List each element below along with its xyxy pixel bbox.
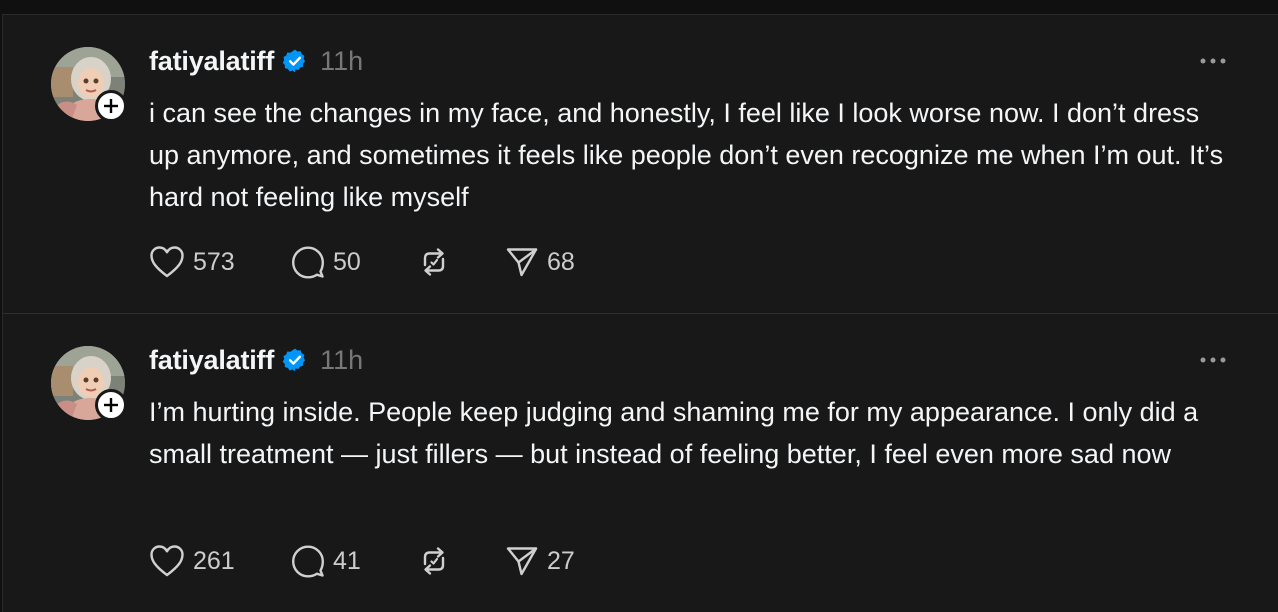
verified-badge-icon	[282, 348, 306, 372]
post-actions: 261 41 27	[149, 544, 575, 578]
more-horizontal-icon[interactable]	[1199, 354, 1227, 366]
thread-feed: fatiyalatiff 11h i can see the changes i…	[2, 14, 1278, 612]
like-button[interactable]: 573	[149, 245, 291, 279]
timestamp[interactable]: 11h	[320, 46, 363, 77]
like-button[interactable]: 261	[149, 544, 291, 578]
share-button[interactable]: 68	[505, 245, 575, 279]
more-horizontal-icon[interactable]	[1199, 55, 1227, 67]
repost-icon	[423, 248, 445, 276]
heart-icon	[150, 545, 184, 577]
comment-icon	[292, 545, 324, 578]
follow-button[interactable]	[95, 389, 127, 421]
username[interactable]: fatiyalatiff	[149, 345, 274, 376]
repost-icon	[423, 547, 445, 575]
like-count: 573	[193, 247, 235, 276]
post-header: fatiyalatiff 11h	[149, 43, 363, 79]
repost-button[interactable]	[417, 245, 505, 279]
post-text: I’m hurting inside. People keep judging …	[149, 397, 1199, 469]
reply-button[interactable]: 50	[291, 245, 417, 279]
heart-icon	[150, 246, 184, 278]
share-button[interactable]: 27	[505, 544, 575, 578]
post-actions: 573 50 68	[149, 245, 575, 279]
reply-count: 50	[333, 247, 361, 276]
reply-count: 41	[333, 546, 361, 575]
like-count: 261	[193, 546, 235, 575]
username[interactable]: fatiyalatiff	[149, 46, 274, 77]
timestamp[interactable]: 11h	[320, 345, 363, 376]
post[interactable]: fatiyalatiff 11h I’m hurting inside. Peo…	[3, 314, 1278, 612]
send-icon	[506, 547, 538, 576]
plus-icon	[104, 99, 118, 113]
verified-badge-icon	[282, 49, 306, 73]
reply-button[interactable]: 41	[291, 544, 417, 578]
post-header: fatiyalatiff 11h	[149, 342, 363, 378]
share-count: 27	[547, 546, 575, 575]
share-count: 68	[547, 247, 575, 276]
comment-icon	[292, 246, 324, 279]
plus-icon	[104, 398, 118, 412]
send-icon	[506, 248, 538, 277]
follow-button[interactable]	[95, 90, 127, 122]
repost-button[interactable]	[417, 544, 505, 578]
post[interactable]: fatiyalatiff 11h i can see the changes i…	[3, 15, 1278, 314]
post-text: i can see the changes in my face, and ho…	[149, 98, 1224, 212]
